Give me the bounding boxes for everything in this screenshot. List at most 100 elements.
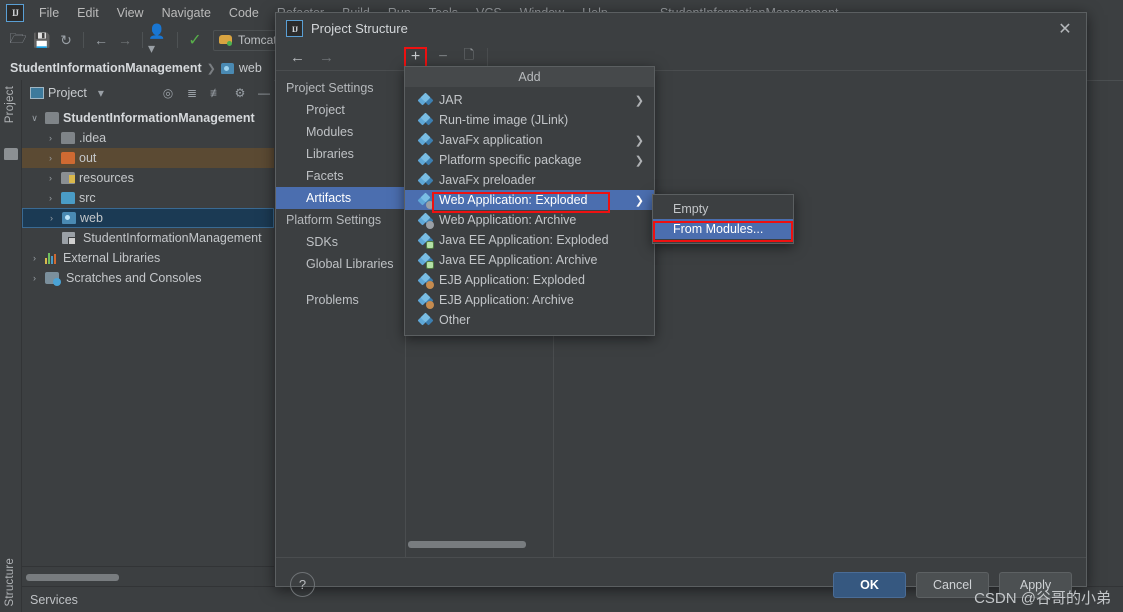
- submenu-item-from-modules[interactable]: From Modules...: [653, 219, 793, 239]
- menu-view[interactable]: View: [108, 3, 153, 23]
- user-icon[interactable]: 👤▾: [148, 23, 172, 56]
- forward-arrow-icon[interactable]: →: [319, 49, 334, 66]
- tree-row-scratches[interactable]: › Scratches and Consoles: [22, 268, 274, 288]
- expand-arrow-icon[interactable]: ›: [44, 153, 57, 163]
- artifacts-list-scrollbar[interactable]: [408, 541, 526, 548]
- expand-arrow-icon[interactable]: ∨: [28, 113, 41, 124]
- expand-arrow-icon[interactable]: ›: [45, 213, 58, 223]
- menu-item-label: Java EE Application: Archive: [439, 253, 598, 267]
- menu-code[interactable]: Code: [220, 3, 268, 23]
- dialog-settings-nav: Project Settings Project Modules Librari…: [276, 71, 406, 557]
- services-label[interactable]: Services: [30, 593, 78, 607]
- nav-item-artifacts[interactable]: Artifacts: [276, 187, 405, 209]
- tree-row-out[interactable]: › out: [22, 148, 274, 168]
- tree-row-external-libraries[interactable]: › External Libraries: [22, 248, 274, 268]
- locate-icon[interactable]: ◎: [158, 83, 178, 103]
- menu-navigate[interactable]: Navigate: [153, 3, 220, 23]
- watermark: CSDN @谷哥的小弟: [974, 590, 1111, 607]
- breadcrumb-separator: ❯: [206, 62, 216, 75]
- menu-item-runtime-image[interactable]: Run-time image (JLink): [405, 110, 654, 130]
- artifact-preloader-icon: [417, 172, 434, 187]
- folder-strip-icon[interactable]: [4, 148, 18, 160]
- menu-item-javaee-application-archive[interactable]: Java EE Application: Archive: [405, 250, 654, 270]
- breadcrumb-web[interactable]: web: [239, 61, 262, 75]
- expand-arrow-icon[interactable]: ›: [44, 193, 57, 203]
- dialog-body: Project Settings Project Modules Librari…: [276, 71, 1086, 557]
- collapse-all-icon[interactable]: ≢: [206, 83, 226, 103]
- back-arrow-icon[interactable]: ←: [290, 49, 305, 66]
- menu-item-javafx-preloader[interactable]: JavaFx preloader: [405, 170, 654, 190]
- back-arrow-icon[interactable]: ←: [89, 29, 113, 51]
- save-icon[interactable]: 💾: [30, 29, 54, 51]
- menu-item-javaee-application-exploded[interactable]: Java EE Application: Exploded: [405, 230, 654, 250]
- expand-arrow-icon[interactable]: ›: [44, 133, 57, 143]
- source-folder-icon: [61, 192, 75, 204]
- nav-item-modules[interactable]: Modules: [276, 121, 405, 143]
- tool-window-project-label[interactable]: Project: [4, 86, 16, 123]
- close-icon[interactable]: ✕: [1052, 16, 1078, 42]
- artifact-jar-icon: [417, 92, 434, 107]
- menu-file[interactable]: File: [30, 3, 68, 23]
- tree-row-root[interactable]: ∨ StudentInformationManagement: [22, 108, 274, 128]
- tree-row-resources[interactable]: › resources: [22, 168, 274, 188]
- scratches-icon: [45, 272, 61, 286]
- forward-arrow-icon[interactable]: →: [113, 29, 137, 51]
- chevron-down-icon[interactable]: ▾: [91, 83, 111, 103]
- web-exploded-submenu: Empty From Modules...: [652, 194, 794, 244]
- copy-artifact-button[interactable]: 🗋: [459, 46, 479, 68]
- tree-row-idea[interactable]: › .idea: [22, 128, 274, 148]
- remove-artifact-button[interactable]: −: [433, 49, 453, 65]
- tool-window-structure-label[interactable]: Structure: [4, 558, 16, 606]
- menu-item-ejb-application-exploded[interactable]: EJB Application: Exploded: [405, 270, 654, 290]
- menu-edit[interactable]: Edit: [68, 3, 108, 23]
- nav-item-sdks[interactable]: SDKs: [276, 231, 405, 253]
- artifact-web-exploded-icon: [417, 192, 434, 209]
- menu-item-ejb-application-archive[interactable]: EJB Application: Archive: [405, 290, 654, 310]
- build-icon[interactable]: ✓: [183, 29, 207, 51]
- expand-all-icon[interactable]: ≣: [182, 83, 202, 103]
- toolbar-divider-2: [142, 32, 143, 48]
- ok-button[interactable]: OK: [833, 571, 906, 598]
- plus-icon: +: [410, 48, 421, 65]
- menu-item-web-application-exploded[interactable]: Web Application: Exploded ❯: [405, 190, 654, 210]
- submenu-item-empty[interactable]: Empty: [653, 199, 793, 219]
- expand-arrow-icon[interactable]: ›: [44, 173, 57, 183]
- toolbar-divider: [83, 32, 84, 48]
- chevron-right-icon: ❯: [634, 194, 644, 207]
- nav-item-libraries[interactable]: Libraries: [276, 143, 405, 165]
- menu-item-platform-specific-package[interactable]: Platform specific package ❯: [405, 150, 654, 170]
- project-structure-dialog: IJ Project Structure ✕ ← → + − 🗋 Project…: [275, 12, 1087, 598]
- menu-item-javafx-application[interactable]: JavaFx application ❯: [405, 130, 654, 150]
- tree-row-web[interactable]: › web: [22, 208, 274, 228]
- tree-row-iml[interactable]: StudentInformationManagement: [22, 228, 274, 248]
- tree-row-src[interactable]: › src: [22, 188, 274, 208]
- run-configuration-selector[interactable]: Tomcat: [213, 29, 285, 51]
- menu-item-web-application-archive[interactable]: Web Application: Archive: [405, 210, 654, 230]
- sync-icon[interactable]: ↻: [54, 29, 78, 51]
- expand-arrow-icon[interactable]: ›: [28, 253, 41, 263]
- breadcrumb-project[interactable]: StudentInformationManagement: [10, 61, 202, 75]
- folder-icon: [61, 132, 75, 144]
- tree-label-iml: StudentInformationManagement: [83, 231, 262, 245]
- add-artifact-button[interactable]: +: [404, 46, 427, 68]
- artifact-other-icon: [417, 312, 434, 327]
- add-menu-items: JAR ❯ Run-time image (JLink) JavaFx appl…: [405, 87, 654, 335]
- artifact-platform-icon: [417, 152, 434, 167]
- settings-gear-icon[interactable]: ⚙: [230, 83, 250, 103]
- nav-item-facets[interactable]: Facets: [276, 165, 405, 187]
- help-button[interactable]: ?: [290, 572, 315, 597]
- project-horizontal-scrollbar[interactable]: [26, 574, 119, 581]
- nav-item-problems[interactable]: Problems: [276, 289, 405, 311]
- expand-arrow-icon[interactable]: ›: [28, 273, 41, 283]
- menu-item-other[interactable]: Other: [405, 310, 654, 330]
- resources-folder-icon: [61, 172, 75, 184]
- artifact-javafx-icon: [417, 132, 434, 147]
- nav-item-global-libraries[interactable]: Global Libraries: [276, 253, 405, 275]
- folder-open-icon[interactable]: 🗁: [6, 29, 30, 51]
- tree-label-root: StudentInformationManagement: [63, 111, 255, 125]
- nav-item-project[interactable]: Project: [276, 99, 405, 121]
- dialog-footer: ? OK Cancel Apply: [276, 557, 1086, 611]
- menu-item-jar[interactable]: JAR ❯: [405, 90, 654, 110]
- dialog-title: Project Structure: [311, 21, 408, 36]
- hide-icon[interactable]: —: [254, 83, 274, 103]
